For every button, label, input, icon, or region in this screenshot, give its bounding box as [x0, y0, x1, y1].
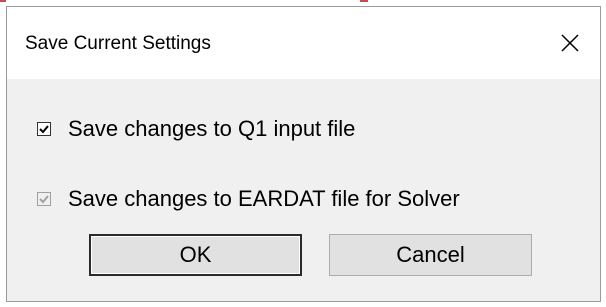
save-eardat-label: Save changes to EARDAT file for Solver — [68, 186, 460, 211]
close-icon — [561, 34, 579, 52]
save-settings-dialog: Save Current Settings Save changes to Q1… — [6, 6, 601, 302]
dialog-titlebar: Save Current Settings — [7, 7, 600, 79]
option-save-q1-input[interactable]: Save changes to Q1 input file — [37, 116, 356, 141]
save-eardat-checkbox — [37, 192, 51, 206]
close-button[interactable] — [540, 7, 600, 79]
option-save-eardat: Save changes to EARDAT file for Solver — [37, 186, 460, 211]
dialog-body: Save changes to Q1 input file Save chang… — [7, 79, 600, 301]
ok-button[interactable]: OK — [89, 234, 302, 276]
save-q1-checkbox[interactable] — [37, 122, 51, 136]
background-accent — [0, 0, 6, 2]
save-q1-label: Save changes to Q1 input file — [68, 116, 356, 141]
checkmark-icon — [39, 195, 49, 204]
dialog-title: Save Current Settings — [25, 33, 211, 54]
checkmark-icon — [39, 125, 49, 134]
cancel-button[interactable]: Cancel — [329, 234, 532, 276]
background-accent — [360, 0, 368, 2]
